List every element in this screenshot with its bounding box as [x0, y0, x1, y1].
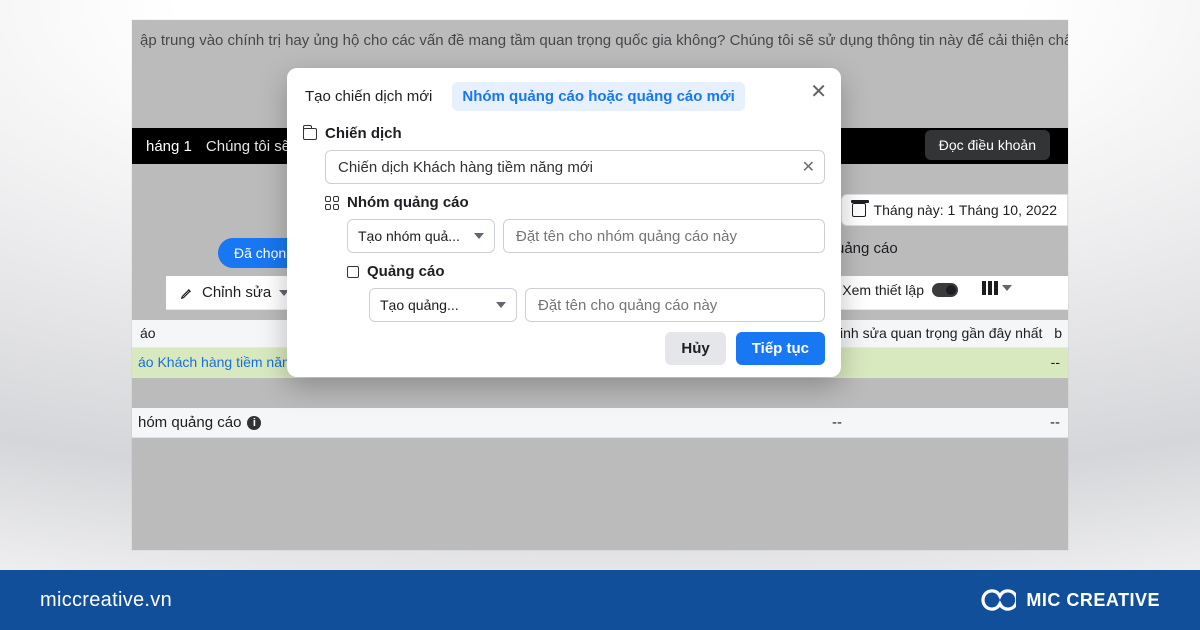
folder-icon: [303, 128, 317, 140]
notice-month: háng 1: [146, 138, 192, 155]
columns-icon: [982, 281, 998, 295]
modal-actions: Hủy Tiếp tục: [303, 332, 825, 365]
close-button[interactable]: ✕: [810, 82, 827, 102]
calendar-icon: [852, 203, 866, 217]
view-setup-toggle[interactable]: Xem thiết lập: [842, 282, 958, 298]
clear-icon[interactable]: ✕: [802, 157, 815, 177]
adset-select-label: Tạo nhóm quả...: [358, 228, 460, 244]
col-name: áo: [140, 325, 156, 341]
view-setup-label: Xem thiết lập: [842, 282, 924, 298]
adset-name-input[interactable]: [503, 219, 825, 253]
ad-select-label: Tạo quảng...: [380, 297, 459, 313]
cancel-button[interactable]: Hủy: [665, 332, 725, 365]
col-lastedit: inh sửa quan trọng gần đây nhất: [840, 325, 1042, 341]
col-b: b: [1054, 325, 1062, 341]
square-icon: [347, 266, 359, 278]
summary-dash2: --: [1050, 414, 1060, 431]
chevron-down-icon: [496, 302, 506, 308]
ads-manager-screenshot: ập trung vào chính trị hay ủng hộ cho cá…: [132, 20, 1068, 550]
footer-brand: MIC CREATIVE: [976, 587, 1160, 613]
adset-create-select[interactable]: Tạo nhóm quả...: [347, 219, 495, 253]
grid-icon: [325, 196, 339, 210]
tab-new-campaign[interactable]: Tạo chiến dịch mới: [303, 82, 434, 111]
table-row-summary: hóm quảng cáo i -- --: [132, 408, 1068, 438]
summary-name: hóm quảng cáo i: [138, 414, 261, 431]
footer-site: miccreative.vn: [40, 589, 172, 612]
page-footer: miccreative.vn MIC CREATIVE: [0, 570, 1200, 630]
row-name[interactable]: áo Khách hàng tiềm năng n: [138, 354, 309, 370]
section-ad-title: Quảng cáo: [367, 263, 445, 280]
date-range-label: Tháng này: 1 Tháng 10, 2022: [874, 202, 1057, 218]
section-ad: Quảng cáo Tạo quảng...: [347, 263, 825, 322]
info-icon[interactable]: i: [247, 416, 261, 430]
read-terms-button[interactable]: Đọc điều khoản: [925, 130, 1050, 160]
edit-label: Chỉnh sửa: [202, 284, 271, 301]
chevron-down-icon: [1002, 285, 1012, 291]
tab-new-adset-or-ad[interactable]: Nhóm quảng cáo hoặc quảng cáo mới: [452, 82, 744, 111]
campaign-name-input[interactable]: [325, 150, 825, 184]
brand-logo-icon: [976, 587, 1016, 613]
section-adset: Nhóm quảng cáo Tạo nhóm quả...: [325, 194, 825, 253]
create-campaign-modal: ✕ Tạo chiến dịch mới Nhóm quảng cáo hoặc…: [287, 68, 841, 377]
modal-tabs: Tạo chiến dịch mới Nhóm quảng cáo hoặc q…: [303, 82, 825, 111]
pencil-icon: [180, 286, 194, 300]
ad-name-input[interactable]: [525, 288, 825, 322]
chevron-down-icon: [474, 233, 484, 239]
continue-button[interactable]: Tiếp tục: [736, 332, 825, 365]
edit-button[interactable]: Chỉnh sửa: [168, 278, 301, 307]
brand-label: MIC CREATIVE: [1026, 590, 1160, 611]
ad-create-select[interactable]: Tạo quảng...: [369, 288, 517, 322]
toggle-icon: [932, 283, 958, 297]
columns-button[interactable]: [982, 281, 1012, 295]
section-campaign: Chiến dịch ✕: [303, 125, 825, 184]
ads-tab-fragment: uảng cáo: [836, 240, 898, 257]
section-adset-title: Nhóm quảng cáo: [347, 194, 469, 211]
section-campaign-title: Chiến dịch: [325, 125, 402, 142]
date-range-picker[interactable]: Tháng này: 1 Tháng 10, 2022: [841, 194, 1068, 226]
summary-dash: --: [832, 414, 842, 431]
row-dash2: --: [1051, 354, 1060, 370]
